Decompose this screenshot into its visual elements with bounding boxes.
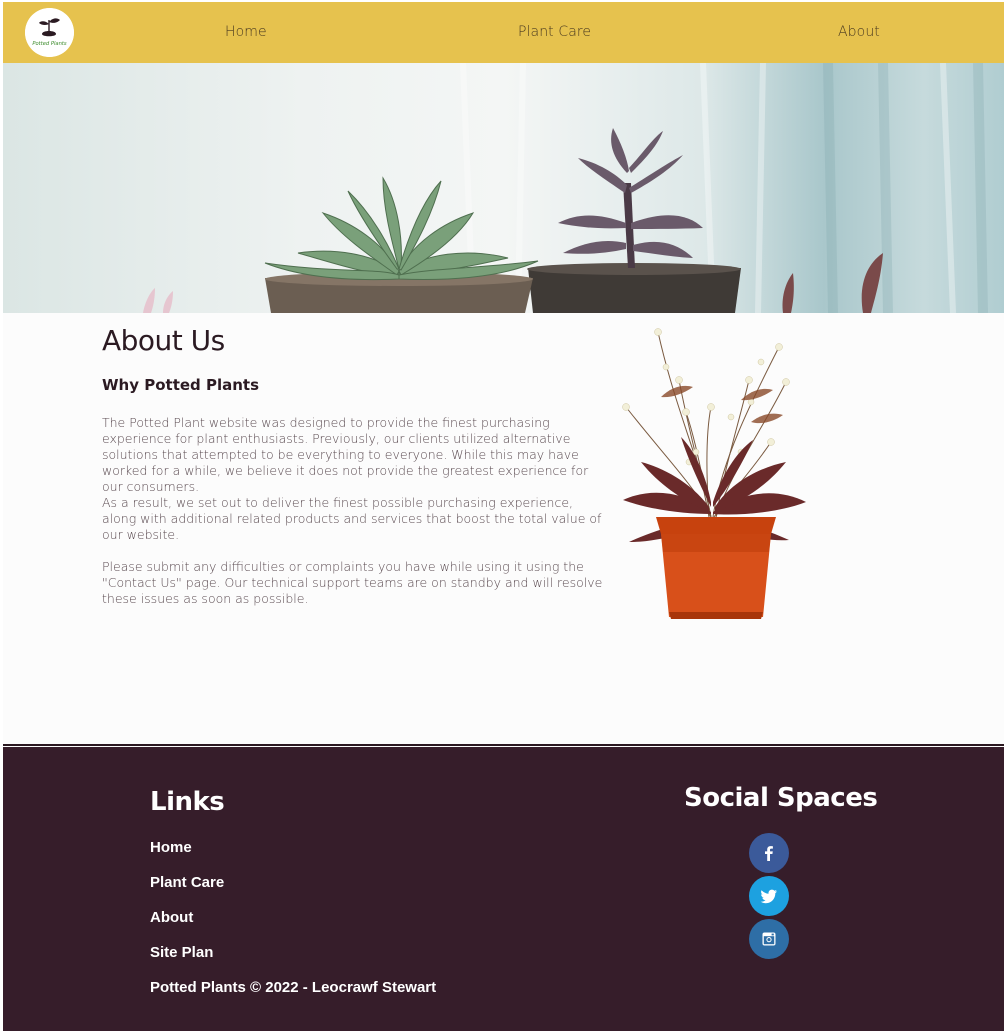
about-paragraph-3: Please submit any difficulties or compla… xyxy=(102,559,603,606)
nav-plant-care-link[interactable]: Plant Care xyxy=(518,24,591,40)
footer-plant-care-link[interactable]: Plant Care xyxy=(150,874,224,891)
page-title: About Us xyxy=(102,324,225,357)
hero-banner-image xyxy=(3,63,1004,313)
logo-text: Potted Plants xyxy=(32,41,67,47)
nav-home-link[interactable]: Home xyxy=(225,24,267,40)
potted-plants-logo-icon: Potted Plants xyxy=(25,8,74,57)
facebook-link[interactable] xyxy=(749,833,789,873)
potted-plant-illustration xyxy=(622,328,806,619)
social-spaces-title: Social Spaces xyxy=(684,783,878,813)
copyright-text: Potted Plants © 2022 - Leocrawf Stewart xyxy=(150,979,437,996)
about-paragraph-1: The Potted Plant website was designed to… xyxy=(102,415,589,494)
section-subtitle: Why Potted Plants xyxy=(102,376,260,394)
nav-about-link[interactable]: About xyxy=(838,24,880,40)
footer-home-link[interactable]: Home xyxy=(150,839,192,856)
navbar: Potted Plants Home Plant Care About xyxy=(3,2,1004,63)
about-paragraph-2: As a result, we set out to deliver the f… xyxy=(102,495,602,542)
footer-links-title: Links xyxy=(150,787,225,817)
footer-about-link[interactable]: About xyxy=(150,909,193,926)
site-logo[interactable]: Potted Plants xyxy=(25,8,74,57)
instagram-link[interactable] xyxy=(749,919,789,959)
page: Potted Plants Home Plant Care About Abou… xyxy=(3,2,1004,1031)
instagram-icon xyxy=(762,932,776,946)
succulent-hero-illustration xyxy=(3,63,1004,313)
facebook-icon xyxy=(765,846,773,861)
twitter-link[interactable] xyxy=(749,876,789,916)
footer: Links Home Plant Care About Site Plan Po… xyxy=(3,747,1004,1031)
twitter-icon xyxy=(760,889,777,904)
potted-plant-image xyxy=(601,322,819,622)
footer-site-plan-link[interactable]: Site Plan xyxy=(150,944,213,961)
footer-divider xyxy=(3,744,1004,746)
